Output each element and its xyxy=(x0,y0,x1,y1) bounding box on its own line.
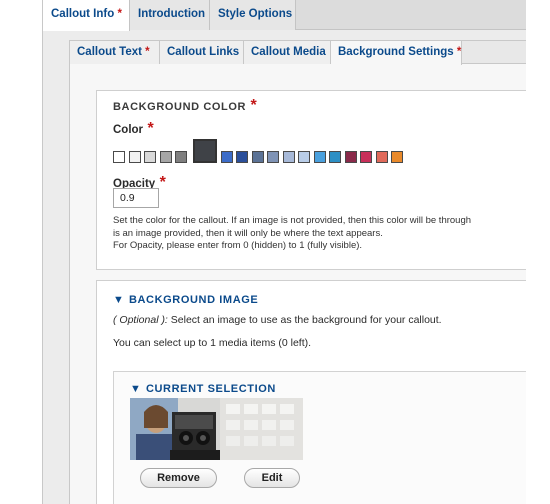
color-swatch[interactable] xyxy=(113,151,125,163)
media-image-icon xyxy=(130,398,303,460)
color-swatch[interactable] xyxy=(375,151,388,163)
color-swatch[interactable] xyxy=(391,151,403,163)
tab-callout-text[interactable]: Callout Text * xyxy=(70,41,160,64)
color-swatch[interactable] xyxy=(267,151,279,163)
color-label: Color xyxy=(113,124,144,136)
color-swatch[interactable] xyxy=(144,151,156,163)
selected-media-thumbnail[interactable] xyxy=(130,398,303,460)
color-swatch[interactable] xyxy=(282,151,295,163)
tab-callout-links[interactable]: Callout Links xyxy=(160,41,244,64)
background-color-legend: BACKGROUND COLOR xyxy=(113,101,247,113)
tab-style-options[interactable]: Style Options xyxy=(210,0,296,30)
required-marker: * xyxy=(145,46,150,58)
tab-label: Callout Info xyxy=(51,8,115,20)
color-swatch[interactable] xyxy=(298,151,310,163)
tab-label: Callout Links xyxy=(167,46,240,58)
remove-button[interactable]: Remove xyxy=(140,468,217,488)
tab-label: Style Options xyxy=(218,8,293,20)
current-selection-legend: CURRENT SELECTION xyxy=(145,383,276,395)
background-image-toggle[interactable]: ▼ BACKGROUND IMAGE xyxy=(113,290,258,308)
color-swatch[interactable] xyxy=(236,151,248,163)
optional-prefix: ( Optional ): xyxy=(113,314,168,326)
tab-label: Callout Text xyxy=(77,46,142,58)
color-swatch[interactable] xyxy=(251,151,264,163)
required-marker: * xyxy=(117,8,122,20)
triangle-down-icon: ▼ xyxy=(130,383,142,395)
media-limit-text: You can select up to 1 media items (0 le… xyxy=(113,337,312,349)
callout-info-panel: Callout Text * Callout Links Callout Med… xyxy=(69,40,526,504)
secondary-tab-bar: Callout Text * Callout Links Callout Med… xyxy=(70,40,526,65)
current-selection-toggle[interactable]: ▼ CURRENT SELECTION xyxy=(130,379,276,397)
tab-introduction[interactable]: Introduction xyxy=(130,0,210,30)
background-color-fieldset: BACKGROUND COLOR * Color * Opacity * 0.9… xyxy=(96,90,526,270)
required-marker: * xyxy=(159,174,166,191)
triangle-down-icon: ▼ xyxy=(113,294,125,306)
color-swatch[interactable] xyxy=(329,151,341,163)
optional-description: Select an image to use as the background… xyxy=(167,314,442,326)
tab-background-settings[interactable]: Background Settings * xyxy=(331,41,462,65)
color-swatch[interactable] xyxy=(220,151,233,163)
form-frame: Callout Info * Introduction Style Option… xyxy=(42,0,526,504)
description-line: For Opacity, please enter from 0 (hidden… xyxy=(113,240,363,251)
required-marker: * xyxy=(250,97,257,114)
color-swatch[interactable] xyxy=(159,151,172,163)
required-marker: * xyxy=(147,120,154,137)
description-line: is an image provided, then it will only … xyxy=(113,227,383,239)
color-swatch[interactable] xyxy=(344,151,357,163)
page-margin xyxy=(526,0,550,504)
color-swatch[interactable] xyxy=(360,151,372,163)
color-swatch[interactable] xyxy=(313,151,326,163)
tab-label: Background Settings xyxy=(338,46,454,58)
required-marker: * xyxy=(456,46,462,58)
primary-tab-bar: Callout Info * Introduction Style Option… xyxy=(43,0,526,31)
edit-button[interactable]: Edit xyxy=(244,468,300,488)
background-image-legend: BACKGROUND IMAGE xyxy=(128,294,259,306)
current-selection-fieldset: ▼ CURRENT SELECTION Remove Edit xyxy=(113,371,526,504)
tab-callout-info[interactable]: Callout Info * xyxy=(43,0,130,31)
tab-label: Callout Media xyxy=(251,46,326,58)
color-swatch-selected[interactable] xyxy=(192,139,217,163)
description-line: Set the color for the callout. If an ima… xyxy=(113,215,472,226)
tab-callout-media[interactable]: Callout Media xyxy=(244,41,331,64)
opacity-input[interactable]: 0.9 xyxy=(113,188,159,208)
color-swatch[interactable] xyxy=(128,151,141,163)
optional-help-text: ( Optional ): Select an image to use as … xyxy=(113,314,442,326)
color-swatch[interactable] xyxy=(175,151,187,163)
tab-label: Introduction xyxy=(138,8,206,20)
background-image-fieldset: ▼ BACKGROUND IMAGE ( Optional ): Select … xyxy=(96,280,526,504)
